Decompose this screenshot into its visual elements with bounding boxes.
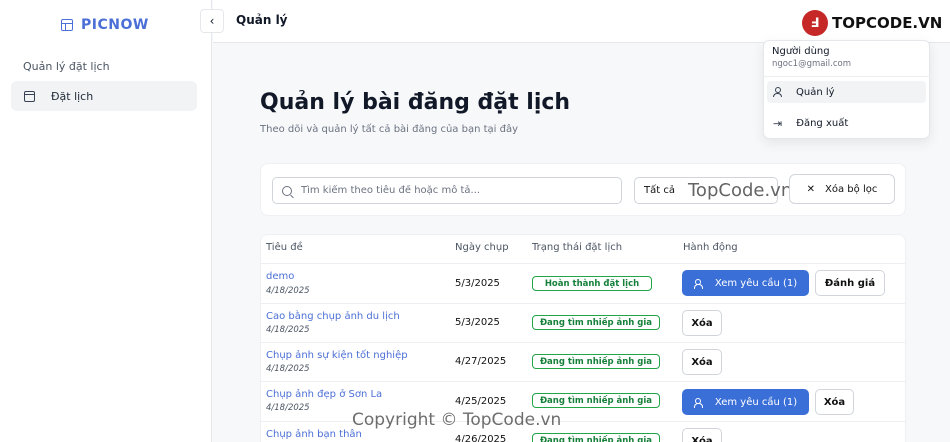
- menu-divider: [763, 76, 930, 77]
- status-badge: Đang tìm nhiếp ảnh gia: [532, 433, 660, 442]
- delete-button[interactable]: Xóa: [682, 310, 722, 336]
- calendar-icon: [24, 90, 35, 102]
- delete-button[interactable]: Xóa: [815, 389, 854, 415]
- watermark-text: TopCode.vn: [688, 180, 793, 201]
- status-badge: Đang tìm nhiếp ảnh gia: [532, 393, 660, 408]
- post-created-date: 4/18/2025: [266, 286, 310, 296]
- shoot-date: 4/25/2025: [455, 396, 507, 407]
- row-divider: [260, 263, 906, 264]
- sidebar-item-booking[interactable]: Đặt lịch: [11, 81, 197, 111]
- clear-filters-label: Xóa bộ lọc: [825, 183, 878, 195]
- sidebar-group-label: Quản lý đặt lịch: [23, 60, 110, 73]
- users-icon: [693, 397, 705, 408]
- status-badge: Đang tìm nhiếp ảnh gia: [532, 354, 660, 369]
- layout-icon: [61, 19, 73, 31]
- row-divider: [260, 342, 906, 343]
- clear-filters-button[interactable]: ✕ Xóa bộ lọc: [789, 174, 895, 204]
- brand-name: PICNOW: [81, 17, 149, 33]
- shoot-date: 5/3/2025: [455, 317, 500, 328]
- topbar-title: Quản lý: [236, 13, 288, 27]
- page-title: Quản lý bài đăng đặt lịch: [260, 90, 571, 115]
- user-icon: [773, 87, 782, 97]
- status-filter-value: Tất cả: [644, 185, 675, 196]
- post-title-link[interactable]: Chụp ảnh đẹp ở Sơn La: [266, 389, 382, 400]
- watermark-logo-mark: Ⅎ: [802, 10, 828, 36]
- row-divider: [260, 303, 906, 304]
- collapse-sidebar-button[interactable]: ‹: [200, 9, 224, 33]
- view-requests-label: Xem yêu cầu (1): [714, 277, 798, 289]
- menu-item-logout[interactable]: ⇥ Đăng xuất: [767, 112, 926, 134]
- column-header-title: Tiêu đề: [266, 242, 303, 253]
- review-button[interactable]: Đánh giá: [815, 270, 885, 296]
- watermark-logo-text: TOPCODE.VN: [832, 14, 943, 32]
- search-input[interactable]: [301, 185, 611, 196]
- menu-item-manage[interactable]: Quản lý: [767, 81, 926, 103]
- menu-item-label: Đăng xuất: [796, 117, 849, 129]
- post-title-link[interactable]: Cao bằng chụp ảnh du lịch: [266, 311, 400, 322]
- logout-icon: ⇥: [773, 116, 783, 130]
- status-badge: Đang tìm nhiếp ảnh gia: [532, 315, 660, 330]
- shoot-date: 4/26/2025: [455, 434, 507, 442]
- post-created-date: 4/18/2025: [266, 364, 310, 374]
- delete-button[interactable]: Xóa: [682, 349, 722, 375]
- status-badge: Hoàn thành đặt lịch: [532, 276, 652, 291]
- view-requests-label: Xem yêu cầu (1): [714, 396, 798, 408]
- delete-button[interactable]: Xóa: [682, 428, 722, 442]
- page-subtitle: Theo dõi và quản lý tất cả bài đăng của …: [260, 124, 519, 135]
- post-created-date: 4/18/2025: [266, 403, 310, 413]
- search-box[interactable]: [272, 177, 622, 204]
- view-requests-button[interactable]: Xem yêu cầu (1): [682, 389, 809, 415]
- post-created-date: 4/18/2025: [266, 325, 310, 335]
- watermark-logo: Ⅎ TOPCODE.VN: [802, 10, 942, 36]
- post-title-link[interactable]: Chụp ảnh bạn thân: [266, 429, 362, 440]
- view-requests-button[interactable]: Xem yêu cầu (1): [682, 270, 809, 296]
- users-icon: [693, 278, 705, 289]
- column-header-actions: Hành động: [683, 242, 738, 253]
- post-title-link[interactable]: demo: [266, 271, 294, 282]
- shoot-date: 5/3/2025: [455, 278, 500, 289]
- watermark-copyright: Copyright © TopCode.vn: [352, 410, 562, 430]
- post-title-link[interactable]: Chụp ảnh sự kiện tốt nghiệp: [266, 350, 408, 361]
- sidebar-item-label: Đặt lịch: [51, 89, 94, 103]
- column-header-shoot-date: Ngày chụp: [455, 242, 509, 253]
- brand[interactable]: PICNOW: [61, 17, 149, 33]
- row-divider: [260, 381, 906, 382]
- search-icon: [282, 185, 292, 196]
- close-icon: ✕: [806, 183, 816, 195]
- chevron-left-icon: ‹: [209, 14, 215, 28]
- user-email: ngoc1@gmail.com: [772, 59, 852, 69]
- menu-item-label: Quản lý: [796, 86, 835, 98]
- column-header-status: Trạng thái đặt lịch: [532, 242, 623, 253]
- user-name: Người dùng: [772, 46, 830, 57]
- shoot-date: 4/27/2025: [455, 356, 507, 367]
